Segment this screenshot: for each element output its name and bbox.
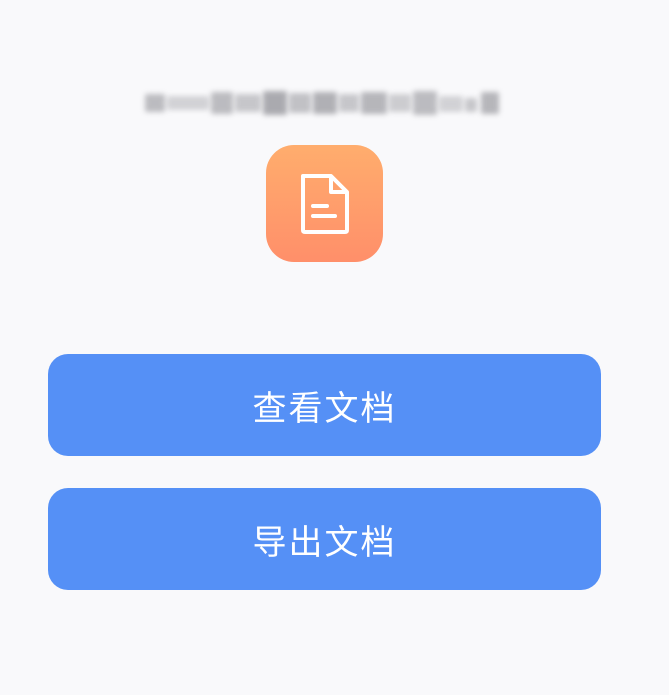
- file-type-icon-tile: [266, 145, 383, 262]
- document-action-screen: 查看文档 导出文档: [0, 0, 669, 695]
- document-filename-redacted: [145, 86, 503, 120]
- view-document-label: 查看文档: [252, 388, 397, 429]
- export-document-button[interactable]: 导出文档: [48, 488, 601, 590]
- view-document-button[interactable]: 查看文档: [48, 354, 601, 456]
- export-document-label: 导出文档: [252, 522, 397, 563]
- document-icon: [300, 173, 349, 234]
